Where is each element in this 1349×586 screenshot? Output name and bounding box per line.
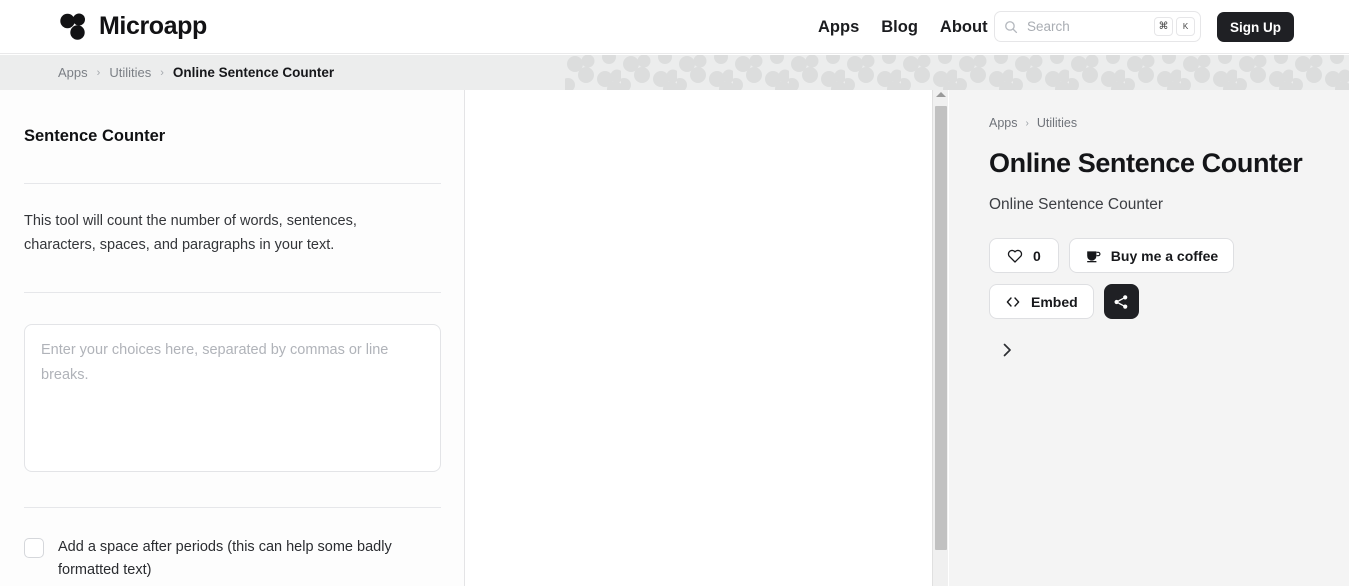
kbd-k-badge: K	[1176, 17, 1195, 36]
breadcrumb-bar: Apps › Utilities › Online Sentence Count…	[0, 55, 1349, 90]
panel-breadcrumb: Apps › Utilities	[989, 116, 1349, 130]
breadcrumb-item-current: Online Sentence Counter	[172, 65, 335, 80]
breadcrumb-separator-icon: ›	[96, 66, 101, 79]
coffee-cup-icon	[1086, 250, 1101, 262]
add-space-option-row[interactable]: Add a space after periods (this can help…	[24, 536, 440, 582]
page-title: Sentence Counter	[24, 127, 166, 145]
add-space-checkbox[interactable]	[24, 538, 44, 558]
tool-description: This tool will count the number of words…	[24, 213, 357, 253]
nav-apps[interactable]: Apps	[818, 18, 859, 37]
content-area	[466, 90, 933, 586]
vertical-scrollbar[interactable]	[932, 90, 948, 586]
breadcrumb-item-apps[interactable]: Apps	[58, 65, 88, 80]
nav-about[interactable]: About	[940, 18, 988, 37]
heart-icon	[1007, 249, 1023, 263]
divider	[24, 183, 441, 184]
panel-breadcrumb-item-apps[interactable]: Apps	[989, 116, 1018, 130]
search-placeholder: Search	[1027, 19, 1070, 34]
like-count: 0	[1033, 247, 1041, 264]
code-brackets-icon	[1006, 296, 1020, 307]
chevron-up-icon[interactable]	[936, 92, 946, 97]
clover-logo-icon	[60, 13, 85, 40]
search-icon	[1005, 20, 1018, 33]
app-subtitle: Online Sentence Counter	[989, 196, 1164, 213]
main-navigation: Apps Blog About	[818, 0, 988, 54]
app-title: Online Sentence Counter	[989, 148, 1303, 178]
action-buttons-row-secondary: Embed	[989, 284, 1349, 319]
embed-label: Embed	[1031, 293, 1078, 310]
share-button[interactable]	[1103, 284, 1139, 319]
share-nodes-icon	[1114, 294, 1128, 309]
search-input[interactable]: Search ⌘ K	[994, 11, 1201, 42]
site-header: Microapp Apps Blog About Search ⌘ K Sign…	[0, 0, 1349, 54]
text-input-area[interactable]	[24, 324, 441, 472]
app-info-panel: Apps › Utilities Online Sentence Counter…	[949, 90, 1349, 586]
clover-pattern-icon	[565, 55, 1349, 90]
divider	[24, 292, 441, 293]
buy-me-a-coffee-button[interactable]: Buy me a coffee	[1068, 238, 1235, 273]
sign-up-button[interactable]: Sign Up	[1217, 12, 1294, 42]
brand-name: Microapp	[99, 12, 207, 40]
action-buttons-row-primary: 0 Buy me a coffee	[989, 238, 1349, 273]
breadcrumb-separator-icon: ›	[1025, 117, 1029, 129]
nav-blog[interactable]: Blog	[881, 18, 918, 37]
embed-button[interactable]: Embed	[989, 284, 1094, 319]
scrollbar-thumb[interactable]	[935, 106, 947, 550]
breadcrumb-separator-icon: ›	[160, 66, 164, 79]
breadcrumb-item-utilities[interactable]: Utilities	[109, 65, 151, 80]
divider	[24, 507, 441, 508]
brand-logo-link[interactable]: Microapp	[58, 12, 207, 41]
tool-panel: Sentence Counter This tool will count th…	[0, 90, 465, 586]
buy-coffee-label: Buy me a coffee	[1110, 247, 1219, 264]
chevron-right-icon[interactable]	[998, 341, 1016, 359]
panel-breadcrumb-item-utilities[interactable]: Utilities	[1037, 116, 1077, 130]
like-button[interactable]: 0	[989, 238, 1059, 273]
add-space-checkbox-label[interactable]: Add a space after periods (this can help…	[58, 536, 440, 582]
kbd-command-badge: ⌘	[1154, 17, 1173, 36]
breadcrumb: Apps › Utilities › Online Sentence Count…	[58, 65, 334, 80]
